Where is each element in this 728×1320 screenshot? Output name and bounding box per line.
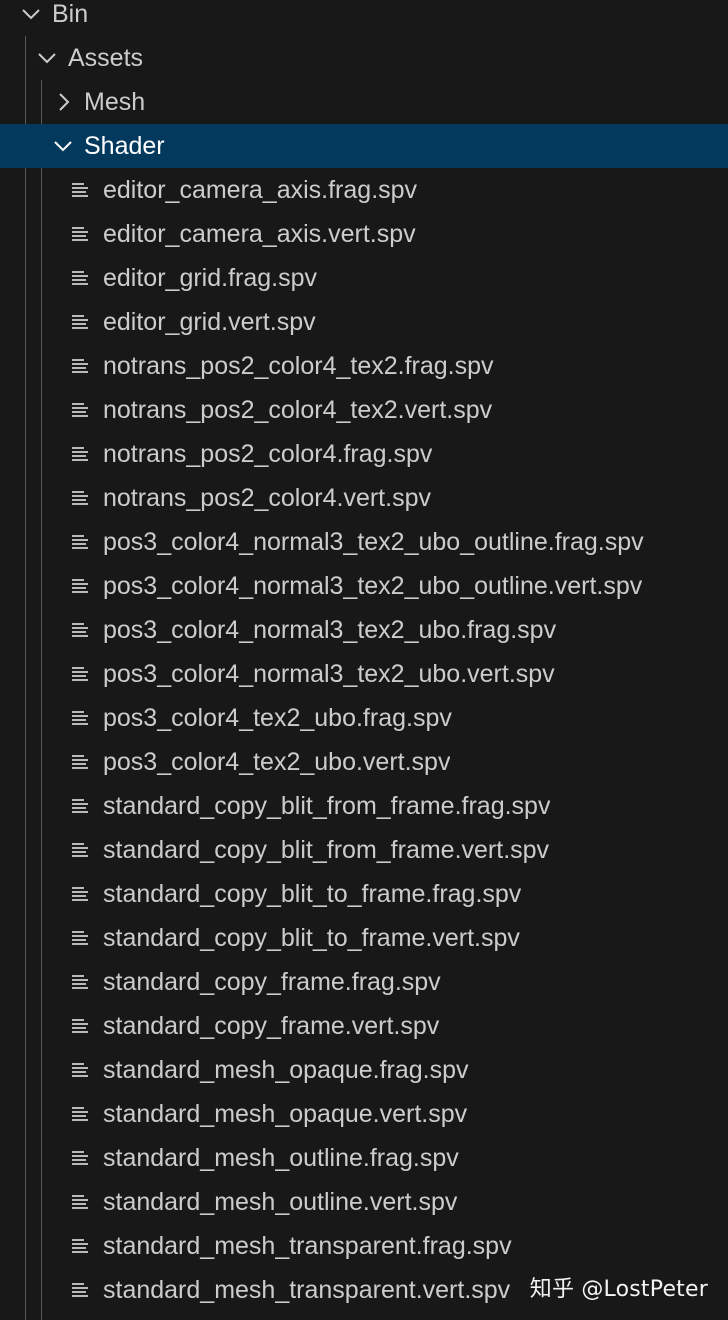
tree-folder-shader[interactable]: Shader <box>0 124 728 168</box>
file-label: pos3_color4_tex2_ubo.frag.spv <box>103 703 452 732</box>
text-file-icon <box>69 883 91 905</box>
tree-file-item[interactable]: standard_copy_blit_to_frame.frag.spv <box>0 872 728 916</box>
text-file-icon <box>69 355 91 377</box>
tree-file-item[interactable]: editor_grid.vert.spv <box>0 300 728 344</box>
text-file-icon <box>69 839 91 861</box>
tree-file-item[interactable]: notrans_pos2_color4.vert.spv <box>0 476 728 520</box>
chevron-right-icon[interactable] <box>50 89 76 115</box>
tree-file-item[interactable]: standard_copy_blit_from_frame.vert.spv <box>0 828 728 872</box>
text-file-icon <box>69 971 91 993</box>
text-file-icon <box>69 751 91 773</box>
tree-file-item[interactable]: editor_camera_axis.frag.spv <box>0 168 728 212</box>
tree-file-item[interactable]: pos3_color4_normal3_tex2_ubo_outline.ver… <box>0 564 728 608</box>
watermark: 知乎 @LostPeter <box>529 1277 708 1302</box>
file-label: standard_copy_blit_from_frame.frag.spv <box>103 791 551 820</box>
file-label: standard_mesh_opaque.vert.spv <box>103 1099 468 1128</box>
text-file-icon <box>69 1279 91 1301</box>
text-file-icon <box>69 311 91 333</box>
tree-file-item[interactable]: pos3_color4_normal3_tex2_ubo.vert.spv <box>0 652 728 696</box>
tree-file-item[interactable]: notrans_pos2_color4_tex2.frag.spv <box>0 344 728 388</box>
chevron-down-icon[interactable] <box>34 45 60 71</box>
folder-label: Shader <box>84 131 165 160</box>
text-file-icon <box>69 1191 91 1213</box>
text-file-icon <box>69 707 91 729</box>
file-label: pos3_color4_tex2_ubo.vert.spv <box>103 747 451 776</box>
file-label: pos3_color4_normal3_tex2_ubo.frag.spv <box>103 615 557 644</box>
text-file-icon <box>69 267 91 289</box>
tree-file-item[interactable]: standard_mesh_opaque.frag.spv <box>0 1048 728 1092</box>
tree-file-item[interactable]: pos3_color4_tex2_ubo.vert.spv <box>0 740 728 784</box>
tree-file-item[interactable]: standard_copy_blit_to_frame.vert.spv <box>0 916 728 960</box>
text-file-icon <box>69 619 91 641</box>
tree-file-item[interactable]: standard_mesh_outline.vert.spv <box>0 1180 728 1224</box>
file-label: standard_copy_blit_to_frame.frag.spv <box>103 879 522 908</box>
file-label: notrans_pos2_color4_tex2.vert.spv <box>103 395 493 424</box>
folder-label: Mesh <box>84 87 146 116</box>
chevron-down-icon[interactable] <box>18 1 44 27</box>
tree-file-item[interactable]: editor_grid.frag.spv <box>0 256 728 300</box>
text-file-icon <box>69 927 91 949</box>
tree-file-item[interactable]: pos3_color4_tex2_ubo.frag.spv <box>0 696 728 740</box>
file-label: pos3_color4_normal3_tex2_ubo.vert.spv <box>103 659 555 688</box>
text-file-icon <box>69 795 91 817</box>
folder-label: Assets <box>68 43 144 72</box>
tree-file-item[interactable]: editor_camera_axis.vert.spv <box>0 212 728 256</box>
file-label: standard_copy_frame.vert.spv <box>103 1011 440 1040</box>
tree-folder-bin[interactable]: Bin <box>0 0 728 36</box>
file-label: standard_mesh_outline.frag.spv <box>103 1143 459 1172</box>
text-file-icon <box>69 575 91 597</box>
text-file-icon <box>69 399 91 421</box>
tree-file-item[interactable]: pos3_color4_normal3_tex2_ubo_outline.fra… <box>0 520 728 564</box>
file-explorer-tree: Bin Assets Mesh Shader editor_camera_axi… <box>0 0 728 1320</box>
file-label: editor_grid.frag.spv <box>103 263 318 292</box>
text-file-icon <box>69 531 91 553</box>
file-label: standard_copy_blit_to_frame.vert.spv <box>103 923 520 952</box>
tree-file-item[interactable]: notrans_pos2_color4_tex2.vert.spv <box>0 388 728 432</box>
tree-file-item[interactable]: standard_copy_blit_from_frame.frag.spv <box>0 784 728 828</box>
file-label: notrans_pos2_color4_tex2.frag.spv <box>103 351 494 380</box>
tree-file-item[interactable]: standard_copy_frame.frag.spv <box>0 960 728 1004</box>
file-label: notrans_pos2_color4.vert.spv <box>103 483 431 512</box>
tree-folder-mesh[interactable]: Mesh <box>0 80 728 124</box>
file-label: editor_camera_axis.vert.spv <box>103 219 416 248</box>
text-file-icon <box>69 1059 91 1081</box>
folder-label: Bin <box>52 0 89 28</box>
file-label: standard_mesh_transparent.vert.spv <box>103 1275 511 1304</box>
file-label: pos3_color4_normal3_tex2_ubo_outline.fra… <box>103 527 644 556</box>
file-label: standard_copy_frame.frag.spv <box>103 967 441 996</box>
file-label: standard_mesh_opaque.frag.spv <box>103 1055 469 1084</box>
tree-folder-assets[interactable]: Assets <box>0 36 728 80</box>
file-label: notrans_pos2_color4.frag.spv <box>103 439 433 468</box>
tree-file-item[interactable]: standard_mesh_outline.frag.spv <box>0 1136 728 1180</box>
text-file-icon <box>69 223 91 245</box>
tree-file-item[interactable]: pos3_color4_normal3_tex2_ubo.frag.spv <box>0 608 728 652</box>
file-label: editor_grid.vert.spv <box>103 307 316 336</box>
file-label: standard_copy_blit_from_frame.vert.spv <box>103 835 550 864</box>
text-file-icon <box>69 1103 91 1125</box>
tree-file-item[interactable]: standard_mesh_opaque.vert.spv <box>0 1092 728 1136</box>
text-file-icon <box>69 443 91 465</box>
tree-file-item[interactable]: notrans_pos2_color4.frag.spv <box>0 432 728 476</box>
tree-file-item[interactable]: standard_copy_frame.vert.spv <box>0 1004 728 1048</box>
text-file-icon <box>69 1235 91 1257</box>
text-file-icon <box>69 179 91 201</box>
file-label: standard_mesh_transparent.frag.spv <box>103 1231 512 1260</box>
file-label: pos3_color4_normal3_tex2_ubo_outline.ver… <box>103 571 643 600</box>
tree-file-item[interactable]: standard_mesh_transparent.frag.spv <box>0 1224 728 1268</box>
file-label: editor_camera_axis.frag.spv <box>103 175 418 204</box>
chevron-down-icon[interactable] <box>50 133 76 159</box>
text-file-icon <box>69 1015 91 1037</box>
file-label: standard_mesh_outline.vert.spv <box>103 1187 458 1216</box>
text-file-icon <box>69 1147 91 1169</box>
text-file-icon <box>69 487 91 509</box>
text-file-icon <box>69 663 91 685</box>
